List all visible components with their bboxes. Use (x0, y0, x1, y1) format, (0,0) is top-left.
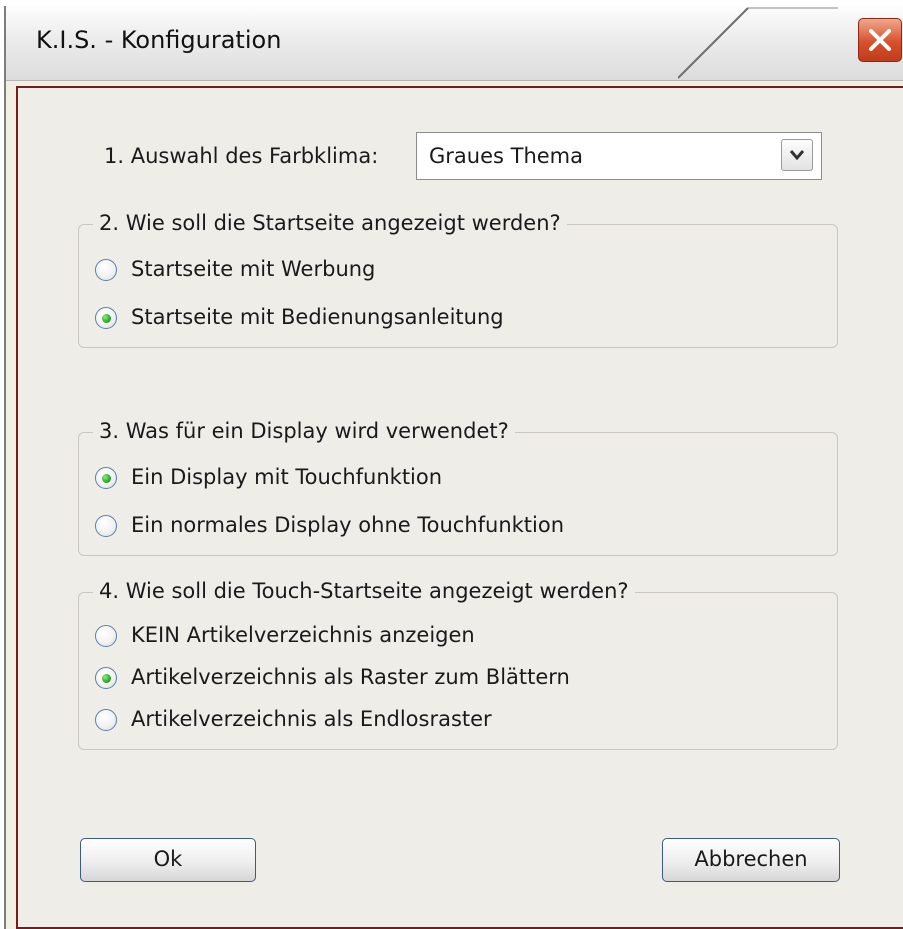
radio-button[interactable] (95, 709, 117, 731)
radio-label: Ein Display mit Touchfunktion (131, 465, 443, 489)
radio-dot (102, 474, 111, 483)
radio-label: Artikelverzeichnis als Endlosraster (131, 707, 492, 731)
close-icon (869, 29, 891, 51)
radio-dot (102, 314, 111, 323)
display-group: 3. Was für ein Display wird verwendet? E… (78, 419, 838, 556)
group-title: 4. Wie soll die Touch-Startseite angezei… (93, 579, 635, 603)
config-dialog: K.I.S. - Konfiguration 1. Auswahl des Fa… (4, 6, 903, 929)
dropdown-arrow-button[interactable] (781, 139, 813, 171)
theme-select-value: Graues Thema (429, 144, 584, 168)
theme-label: 1. Auswahl des Farbklima: (104, 144, 379, 168)
radio-label: Artikelverzeichnis als Raster zum Blätte… (131, 665, 570, 689)
radio-button[interactable] (95, 259, 117, 281)
chevron-down-icon (789, 150, 805, 161)
radio-label: KEIN Artikelverzeichnis anzeigen (131, 623, 475, 647)
title-bar-decoration (678, 7, 838, 79)
radio-button-checked[interactable] (95, 307, 117, 329)
startpage-group: 2. Wie soll die Startseite angezeigt wer… (78, 211, 838, 348)
radio-label: Startseite mit Werbung (131, 257, 376, 281)
ok-button[interactable]: Ok (80, 838, 256, 882)
touch-startpage-group: 4. Wie soll die Touch-Startseite angezei… (78, 579, 838, 750)
dialog-body: 1. Auswahl des Farbklima: Graues Thema 2… (16, 86, 903, 929)
radio-label: Ein normales Display ohne Touchfunktion (131, 513, 565, 537)
radio-button-checked[interactable] (95, 667, 117, 689)
close-button[interactable] (858, 18, 902, 62)
title-bar[interactable]: K.I.S. - Konfiguration (6, 6, 903, 81)
radio-button-checked[interactable] (95, 467, 117, 489)
group-title: 3. Was für ein Display wird verwendet? (93, 419, 515, 443)
radio-dot (102, 674, 111, 683)
radio-button[interactable] (95, 625, 117, 647)
radio-button[interactable] (95, 515, 117, 537)
window-title: K.I.S. - Konfiguration (36, 26, 282, 54)
cancel-button[interactable]: Abbrechen (662, 838, 840, 882)
radio-label: Startseite mit Bedienungsanleitung (131, 305, 504, 329)
theme-select[interactable]: Graues Thema (416, 132, 822, 180)
group-title: 2. Wie soll die Startseite angezeigt wer… (93, 211, 567, 235)
